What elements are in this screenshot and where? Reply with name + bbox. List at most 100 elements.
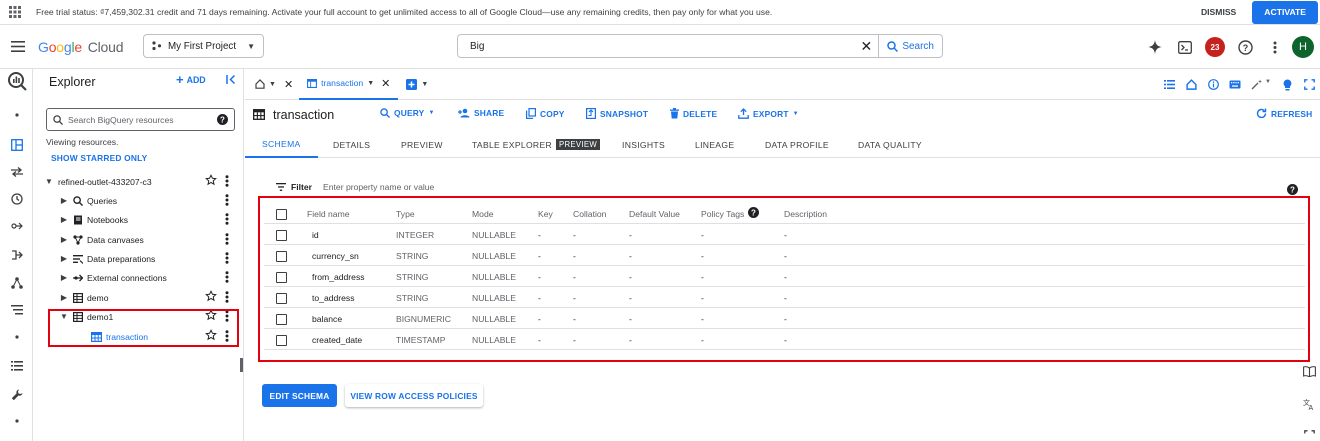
account-avatar[interactable]: H [1290,36,1320,58]
expand-right-icon[interactable]: ▶ [59,293,69,302]
tree-item-demo[interactable]: ▶ demo [37,288,244,307]
collapse-panel-icon[interactable] [226,74,237,88]
more-vert-icon[interactable] [225,291,229,305]
more-vert-icon[interactable] [225,252,229,266]
global-search[interactable]: Big ✕ Search [457,34,943,58]
fullscreen-icon[interactable] [1298,79,1320,90]
export-button[interactable]: EXPORT ▼ [738,108,799,119]
row-checkbox[interactable] [276,335,287,346]
more-vert-icon[interactable] [1260,41,1290,54]
activate-button[interactable]: ACTIVATE [1252,0,1318,24]
expand-right-icon[interactable]: ▶ [59,235,69,244]
expand-right-icon[interactable]: ▶ [59,273,69,282]
home-tab[interactable]: ▼ ✕ [245,69,299,100]
more-vert-icon[interactable] [225,194,229,208]
dot-icon[interactable] [0,419,33,423]
row-checkbox[interactable] [276,314,287,325]
snapshot-button[interactable]: SNAPSHOT [586,108,648,119]
list-icon[interactable] [1158,80,1180,89]
tree-item-data-preparations[interactable]: ▶ Data preparations [37,249,244,268]
filter-bar[interactable]: Filter Enter property name or value [276,182,434,192]
close-icon[interactable]: ✕ [381,77,390,90]
dismiss-button[interactable]: DISMISS [1201,7,1236,17]
tree-item-data-canvases[interactable]: ▶ Data canvases [37,230,244,249]
cloud-shell-icon[interactable] [1170,40,1200,54]
tab-details[interactable]: DETAILS [333,131,370,158]
add-button[interactable]: + ADD [176,73,206,86]
more-vert-icon[interactable] [225,233,229,247]
notifications-badge[interactable]: 23 [1200,37,1230,57]
table-row[interactable]: from_address STRING NULLABLE - - - - - [264,266,1305,287]
tab-schema[interactable]: SCHEMA [245,131,318,158]
dot-icon[interactable] [0,113,33,117]
tab-lineage[interactable]: LINEAGE [695,131,734,158]
tree-item-external-connections[interactable]: ▶ External connections [37,268,244,287]
scheduled-queries-icon[interactable] [0,193,33,205]
tab-insights[interactable]: INSIGHTS [622,131,665,158]
expand-icon[interactable] [1298,430,1320,441]
row-checkbox[interactable] [276,230,287,241]
search-input[interactable]: Big [458,41,854,52]
tab-data-quality[interactable]: DATA QUALITY [858,131,922,158]
table-row[interactable]: to_address STRING NULLABLE - - - - - [264,287,1305,308]
list-icon[interactable] [0,361,33,371]
more-vert-icon[interactable] [225,271,229,285]
new-tab-button[interactable]: ▼ [398,69,436,100]
row-checkbox[interactable] [276,293,287,304]
table-row[interactable]: created_date TIMESTAMP NULLABLE - - - - … [264,329,1305,350]
tab-data-profile[interactable]: DATA PROFILE [765,131,829,158]
help-icon[interactable]: ? [217,114,228,125]
dataform-icon[interactable] [0,277,33,289]
expand-down-icon[interactable]: ▼ [44,177,54,186]
tree-project-row[interactable]: ▼ refined-outlet-433207-c3 [37,172,244,191]
dot-icon[interactable] [0,335,33,339]
query-button[interactable]: QUERY ▼ [380,108,435,118]
project-selector[interactable]: My First Project ▼ [143,34,264,58]
pipelines-icon[interactable] [0,249,33,261]
caret-down-icon[interactable]: ▼ [367,80,374,87]
gemini-sparkle-icon[interactable] [1140,40,1170,54]
edit-schema-button[interactable]: EDIT SCHEMA [262,384,337,407]
delete-button[interactable]: DELETE [670,108,717,119]
expand-right-icon[interactable]: ▶ [59,254,69,263]
help-icon[interactable]: ? [748,207,759,220]
tab-table-explorer[interactable]: TABLE EXPLORER PREVIEW [472,131,601,158]
more-vert-icon[interactable] [225,213,229,227]
apps-grid-icon[interactable] [0,6,30,18]
book-icon[interactable] [1298,366,1320,377]
caret-down-icon[interactable]: ▼ [269,81,276,88]
filter-input[interactable]: Enter property name or value [323,182,434,192]
home-icon[interactable] [1180,79,1202,90]
transfers-icon[interactable] [0,167,33,177]
help-icon[interactable]: ? [1230,39,1260,55]
star-icon[interactable] [205,290,217,304]
table-row[interactable]: id INTEGER NULLABLE - - - - - [264,224,1305,245]
explorer-icon[interactable] [0,139,33,151]
more-vert-icon[interactable] [225,175,229,189]
clear-icon[interactable]: ✕ [854,38,878,55]
share-button[interactable]: SHARE [458,108,504,118]
wrench-icon[interactable] [0,389,33,401]
tab-preview[interactable]: PREVIEW [401,131,443,158]
expand-right-icon[interactable]: ▶ [59,196,69,205]
info-icon[interactable] [1202,79,1224,90]
expand-right-icon[interactable]: ▶ [59,215,69,224]
google-cloud-logo[interactable]: Google Cloud [38,39,123,55]
table-row[interactable]: balance BIGNUMERIC NULLABLE - - - - - [264,308,1305,329]
tab-transaction[interactable]: transaction ▼ ✕ [299,69,399,100]
row-checkbox[interactable] [276,272,287,283]
tree-item-notebooks[interactable]: ▶ Notebooks [37,210,244,229]
show-starred-link[interactable]: SHOW STARRED ONLY [51,153,147,163]
translate-icon[interactable]: 文A [1298,398,1320,410]
tree-item-queries[interactable]: ▶ Queries [37,191,244,210]
select-all-checkbox[interactable] [276,209,287,220]
copy-button[interactable]: COPY [526,108,565,119]
menu-icon[interactable] [2,41,34,52]
search-button[interactable]: Search [878,35,942,57]
lightbulb-icon[interactable] [1276,79,1298,91]
table-row[interactable]: currency_sn STRING NULLABLE - - - - - [264,245,1305,266]
close-icon[interactable]: ✕ [284,78,293,91]
refresh-button[interactable]: REFRESH [1256,108,1312,119]
magic-wand-icon[interactable]: ▼ [1246,79,1276,90]
keyboard-icon[interactable] [1224,80,1246,89]
